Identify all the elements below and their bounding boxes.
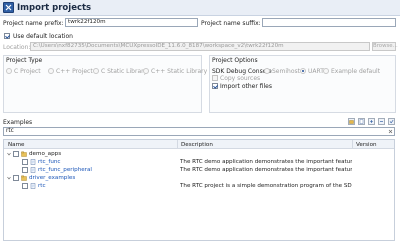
tree-row-description: The RTC demo application demonstrates th… [180,167,352,173]
project-file-icon [30,159,36,165]
uart-label: UART [308,68,324,75]
project-file-icon[interactable] [358,118,365,125]
folder-icon[interactable] [348,118,355,125]
tree-row-driver-examples[interactable]: driver_examples [4,174,394,182]
c-static-library-label: C Static Library [101,68,148,75]
dialog-title: Import projects [17,3,92,13]
tree-row-name: rtc_func [38,159,61,165]
cpp-project-label: C++ Project [56,68,93,75]
suffix-input[interactable] [262,18,396,27]
c-static-library-radio[interactable] [93,68,99,74]
chevron-down-icon[interactable] [7,152,11,156]
example-default-label: Example default [331,68,381,75]
expand-all-icon[interactable] [368,118,375,125]
tree-row-checkbox[interactable] [13,151,19,157]
c-project-label: C Project [14,68,41,75]
column-description[interactable]: Description [181,142,213,148]
import-other-files-checkbox[interactable] [212,83,218,89]
tree-row-rtc-func[interactable]: rtc_func The RTC demo application demons… [4,158,394,166]
uart-radio[interactable] [300,68,306,74]
semihost-label: Semihost [272,68,300,75]
column-separator [352,140,353,149]
folder-icon [21,175,27,181]
folder-icon [21,151,27,157]
tree-row-name: demo_apps [29,151,62,157]
example-default-radio[interactable] [323,68,329,74]
cpp-project-radio[interactable] [48,68,54,74]
tree-row-checkbox[interactable] [22,159,28,165]
c-project-radio[interactable] [6,68,12,74]
tree-row-description: The RTC demo application demonstrates th… [180,159,352,165]
tree-row-description: The RTC project is a simple demonstratio… [180,183,352,189]
use-default-location-label: Use default location [13,33,73,40]
tree-row-checkbox[interactable] [22,167,28,173]
sdk-debug-console-label: SDK Debug Console [212,68,272,75]
project-type-title: Project Type [6,57,43,64]
cpp-static-library-radio[interactable] [143,68,149,74]
import-other-files-label: Import other files [220,83,272,90]
column-version[interactable]: Version [356,142,377,148]
import-projects-icon [3,2,14,13]
browse-button[interactable]: Browse... [372,42,398,51]
tree-row-checkbox[interactable] [22,183,28,189]
project-file-icon [30,167,36,173]
examples-tree[interactable]: Name Description Version demo_apps rtc_f… [3,139,395,241]
cpp-static-library-label: C++ Static Library [151,68,208,75]
location-input[interactable]: C:\Users\nxf82735\Documents\MCUXpressoID… [30,42,370,51]
project-options-title: Project Options [212,57,258,64]
copy-sources-label: Copy sources [220,75,261,82]
tree-row-checkbox[interactable] [13,175,19,181]
filter-text: rtc [6,128,14,134]
tree-row-rtc[interactable]: rtc The RTC project is a simple demonstr… [4,182,394,190]
location-label: Location: [3,44,31,51]
semihost-radio[interactable] [264,68,270,74]
use-default-location-checkbox[interactable] [4,33,10,39]
examples-title: Examples [3,119,33,126]
examples-tree-header: Name Description Version [4,140,394,149]
select-all-icon[interactable] [388,118,395,125]
copy-sources-checkbox[interactable] [212,75,218,81]
suffix-label: Project name suffix: [201,20,261,27]
tree-row-rtc-func-peripheral[interactable]: rtc_func_peripheral The RTC demo applica… [4,166,394,174]
prefix-label: Project name prefix: [3,20,64,27]
column-separator [177,140,178,149]
tree-row-name: rtc_func_peripheral [38,167,92,173]
tree-row-name: rtc [38,183,46,189]
tree-row-name: driver_examples [29,175,76,181]
column-name[interactable]: Name [8,142,25,148]
clear-filter-icon[interactable] [388,129,393,134]
dialog-title-bar: Import projects [0,0,400,16]
tree-row-demo-apps[interactable]: demo_apps [4,150,394,158]
prefix-input[interactable]: twrk22f120m [65,18,198,27]
project-file-icon [30,183,36,189]
collapse-all-icon[interactable] [378,118,385,125]
examples-filter-input[interactable]: rtc [3,127,395,136]
chevron-down-icon[interactable] [7,176,11,180]
